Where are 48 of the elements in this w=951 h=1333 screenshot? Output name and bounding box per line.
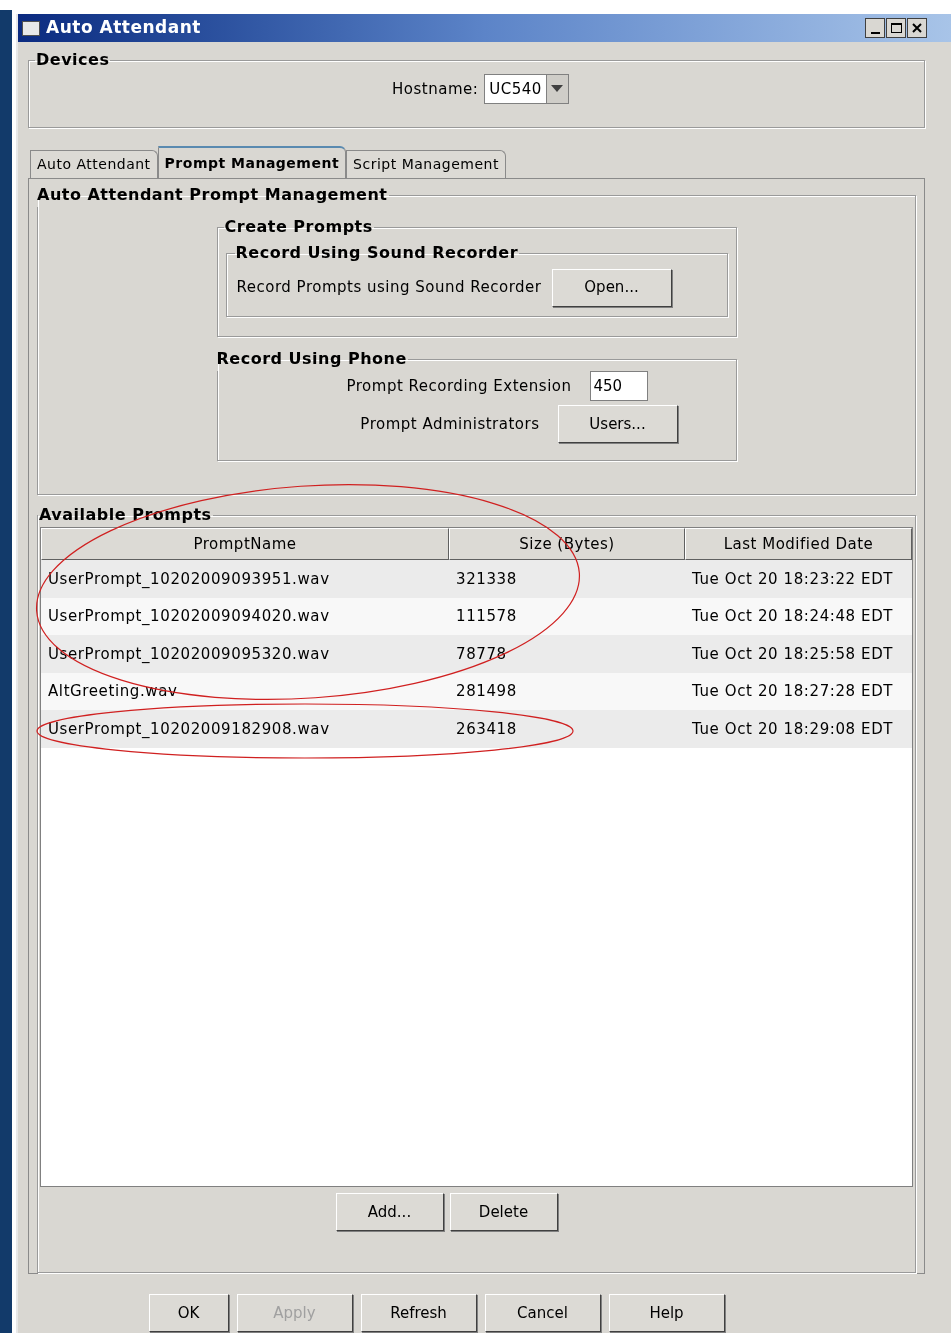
close-button[interactable] (907, 18, 927, 38)
close-icon (912, 23, 922, 33)
dialog-button[interactable]: Cancel (484, 1294, 601, 1332)
dialog-button[interactable]: Help (608, 1294, 725, 1332)
column-header[interactable]: Last Modified Date (685, 528, 912, 560)
group-title: Auto Attendant Prompt Management (36, 184, 389, 206)
window-icon (22, 20, 40, 36)
maximize-button[interactable] (886, 18, 906, 38)
table-cell-text: Tue Oct 20 18:25:58 EDT (691, 643, 895, 665)
field-label: Prompt Administrators (360, 413, 540, 435)
table-cell-text: UserPrompt_10202009182908.wav (47, 718, 331, 740)
table-cell-text: Tue Oct 20 18:23:22 EDT (691, 568, 895, 590)
table-cell-text: 78778 (455, 643, 508, 665)
table-cell-text: 321338 (455, 568, 518, 590)
dialog-button[interactable]: Add... (335, 1193, 444, 1231)
table-cell-text: Tue Oct 20 18:24:48 EDT (691, 606, 895, 627)
field-label: Prompt Recording Extension (346, 375, 572, 397)
table-row[interactable]: UserPrompt_10202009182908.wav 263418 Tue Oct 20 18:29:08 EDT (41, 710, 912, 748)
group-title: Devices (35, 49, 111, 71)
group-title: Record Using Sound Recorder (234, 242, 520, 264)
minimize-button[interactable] (865, 18, 885, 38)
table-cell-text: 263418 (455, 718, 518, 740)
extension-field[interactable]: 450 (589, 371, 648, 401)
table-row[interactable]: UserPrompt_10202009093951.wav 321338 Tue Oct 20 18:23:22 EDT (41, 560, 912, 598)
table-cell-text: Tue Oct 20 18:29:08 EDT (691, 718, 895, 740)
tab[interactable]: Prompt Management (157, 146, 347, 178)
table-row[interactable]: AltGreeting.wav 281498 Tue Oct 20 18:27:28 EDT (41, 672, 912, 710)
group-title: Record Using Phone (215, 348, 408, 370)
dialog-button[interactable]: Users... (557, 405, 678, 443)
group-title: Create Prompts (223, 216, 374, 238)
table-cell-text: UserPrompt_10202009094020.wav (47, 606, 331, 627)
table-row[interactable]: UserPrompt_10202009094020.wav 111578 Tue Oct 20 18:24:48 EDT (41, 597, 912, 635)
tab[interactable]: Script Management (346, 150, 506, 178)
dialog-button[interactable]: Open... (551, 268, 672, 307)
table-cell-text: AltGreeting.wav (47, 681, 179, 702)
table-cell-text: 281498 (455, 681, 518, 702)
dialog-button[interactable]: Delete (449, 1193, 558, 1231)
field-label: Hostname: (392, 78, 479, 100)
table-cell-text: UserPrompt_10202009093951.wav (47, 568, 331, 590)
table-cell-text: 111578 (455, 606, 518, 627)
window-title: Auto Attendant (46, 16, 201, 40)
field-label: Record Prompts using Sound Recorder (236, 277, 542, 299)
dialog-button[interactable]: OK (148, 1294, 229, 1332)
table-cell-text: Tue Oct 20 18:27:28 EDT (691, 681, 895, 702)
tab[interactable]: Auto Attendant (30, 150, 158, 178)
dialog-button[interactable]: Refresh (360, 1294, 477, 1332)
hostname-dropdown[interactable]: UC540 (484, 74, 569, 104)
column-header[interactable]: PromptName (41, 528, 449, 560)
